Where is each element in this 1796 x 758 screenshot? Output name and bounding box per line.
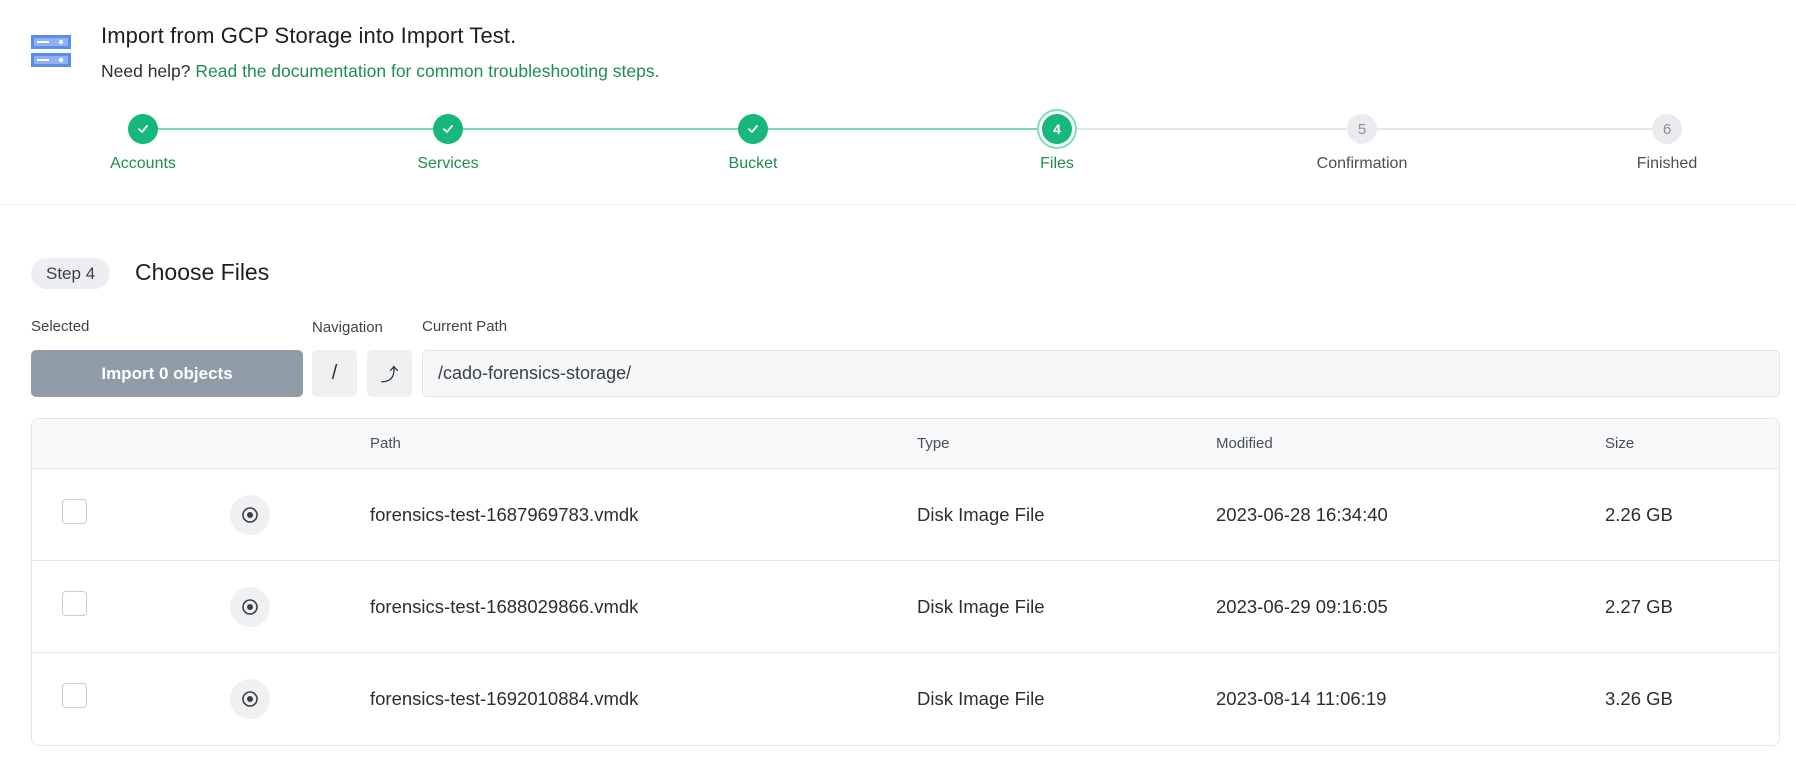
- parent-folder-button[interactable]: ⤴: [367, 350, 412, 397]
- table-row[interactable]: forensics-test-1688029866.vmdk Disk Image…: [32, 561, 1779, 653]
- file-type: Disk Image File: [917, 688, 1045, 709]
- row-select-checkbox[interactable]: [62, 591, 87, 616]
- step-badge: Step 4: [31, 258, 111, 289]
- column-header-type[interactable]: Type: [917, 419, 950, 469]
- file-modified: 2023-08-14 11:06:19: [1216, 688, 1387, 709]
- navigation-label: Navigation: [312, 319, 383, 336]
- step-label: Bucket: [728, 155, 778, 172]
- file-modified: 2023-06-29 09:16:05: [1216, 596, 1388, 617]
- step-title: Choose Files: [135, 259, 270, 285]
- help-text: Need help? Read the documentation for co…: [101, 61, 659, 82]
- row-select-checkbox[interactable]: [62, 499, 87, 524]
- eye-icon: [242, 599, 258, 615]
- selected-label: Selected: [31, 318, 90, 335]
- stepper-track-complete: [143, 128, 1057, 130]
- root-folder-button[interactable]: /: [312, 350, 357, 397]
- column-header-modified[interactable]: Modified: [1216, 419, 1273, 469]
- table-row[interactable]: forensics-test-1687969783.vmdk Disk Image…: [32, 469, 1779, 561]
- file-path: forensics-test-1692010884.vmdk: [370, 688, 639, 709]
- import-objects-button[interactable]: Import 0 objects: [31, 350, 303, 397]
- row-select-checkbox[interactable]: [62, 683, 87, 708]
- step-bucket: Bucket: [653, 108, 853, 173]
- preview-button[interactable]: [230, 587, 270, 627]
- current-path-label: Current Path: [422, 318, 508, 335]
- eye-icon: [242, 691, 258, 707]
- file-type: Disk Image File: [917, 504, 1045, 525]
- page-title: Import from GCP Storage into Import Test…: [101, 23, 517, 48]
- step-number: 5: [1347, 114, 1377, 144]
- eye-icon: [242, 507, 258, 523]
- table-header: Path Type Modified Size: [32, 419, 1779, 469]
- step-number: 6: [1652, 114, 1682, 144]
- files-table: Path Type Modified Size forensics-test-1…: [31, 418, 1780, 746]
- step-accounts: Accounts: [43, 108, 243, 173]
- file-modified: 2023-06-28 16:34:40: [1216, 504, 1388, 525]
- progress-stepper: Accounts Services Bucket 4 Files 5 Confirmatio…: [0, 108, 1796, 178]
- preview-button[interactable]: [230, 495, 270, 535]
- table-row[interactable]: forensics-test-1692010884.vmdk Disk Image…: [32, 653, 1779, 745]
- file-path: forensics-test-1687969783.vmdk: [370, 504, 639, 525]
- file-path: forensics-test-1688029866.vmdk: [370, 596, 639, 617]
- step-number: 4: [1042, 114, 1072, 144]
- step-label: Accounts: [110, 155, 176, 172]
- file-size: 2.27 GB: [1605, 596, 1673, 617]
- checkmark-icon: [738, 114, 768, 144]
- step-confirmation: 5 Confirmation: [1262, 108, 1462, 173]
- server-icon: [31, 35, 71, 67]
- checkmark-icon: [128, 114, 158, 144]
- help-prefix: Need help?: [101, 61, 191, 81]
- documentation-link[interactable]: Read the documentation for common troubl…: [195, 61, 659, 81]
- level-up-icon: ⤴: [380, 364, 399, 385]
- step-label: Services: [417, 155, 479, 172]
- step-finished: 6 Finished: [1567, 108, 1767, 173]
- step-label: Confirmation: [1316, 155, 1408, 172]
- column-header-size[interactable]: Size: [1605, 419, 1634, 469]
- preview-button[interactable]: [230, 679, 270, 719]
- root-slash-icon: /: [331, 362, 338, 384]
- step-files: 4 Files: [957, 108, 1157, 173]
- file-size: 3.26 GB: [1605, 688, 1673, 709]
- page-header: Import from GCP Storage into Import Test…: [0, 0, 1796, 205]
- current-path-field[interactable]: [422, 350, 1780, 397]
- step-services: Services: [348, 108, 548, 173]
- file-type: Disk Image File: [917, 596, 1045, 617]
- step-label: Finished: [1636, 155, 1698, 172]
- file-size: 2.26 GB: [1605, 504, 1673, 525]
- column-header-path[interactable]: Path: [370, 419, 401, 469]
- checkmark-icon: [433, 114, 463, 144]
- step-label: Files: [1040, 155, 1074, 172]
